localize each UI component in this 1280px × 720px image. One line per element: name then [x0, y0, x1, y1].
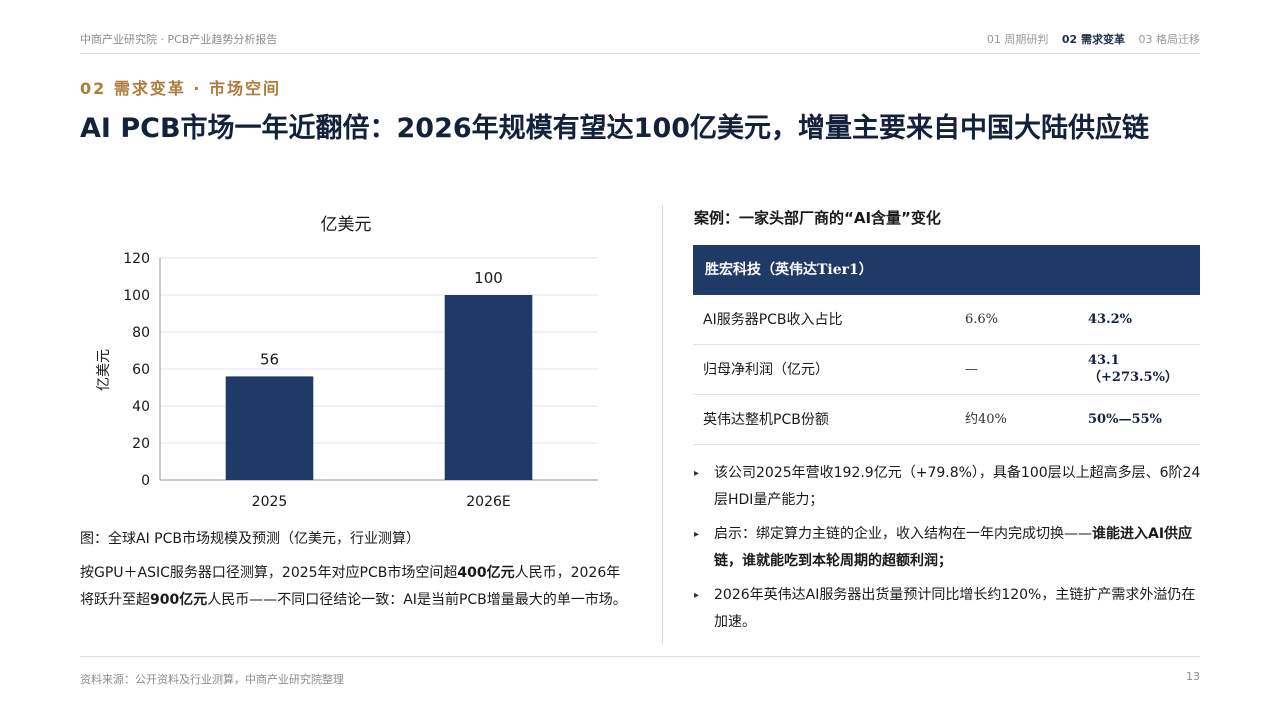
table-row: 英伟达整机PCB份额 约40% 50%—55%: [693, 395, 1200, 445]
bullet-marker-icon: ▸: [694, 468, 700, 479]
row-before-value: 约40%: [965, 412, 1007, 427]
bar: [444, 295, 533, 480]
page-headline: AI PCB市场一年近翻倍：2026年规模有望达100亿美元，增量主要来自中国大…: [80, 113, 1150, 144]
y-tick-label: 120: [123, 251, 150, 267]
figure-note: 按GPU＋ASIC服务器口径测算，2025年对应PCB市场空间超400亿元人民币…: [80, 560, 630, 614]
row-after-value: 50%—55%: [1088, 412, 1162, 427]
row-after-main: 43.1: [1088, 353, 1120, 368]
y-tick-label: 60: [132, 362, 150, 378]
nav-item-landscape[interactable]: 03 格局迁移: [1139, 33, 1201, 46]
bullet-text: 2026年英伟达AI服务器出货量预计同比增长约120%，主链扩产需求外溢仍在加速…: [714, 587, 1196, 630]
case-table: 胜宏科技（英伟达Tier1） AI服务器PCB收入占比 6.6% 43.2% 归…: [693, 245, 1200, 445]
list-item: ▸ 启示：绑定算力主链的企业，收入结构在一年内完成切换——谁能进入AI供应链，谁…: [694, 521, 1204, 575]
row-before-value: 6.6%: [965, 312, 999, 327]
row-label: 归母净利润（亿元）: [703, 362, 829, 378]
x-tick-label: 2025: [252, 494, 288, 510]
bullet-marker-icon: ▸: [694, 529, 700, 540]
list-item: ▸ 该公司2025年营收192.9亿元（+79.8%），具备100层以上超高多层…: [694, 460, 1204, 514]
figure-caption: 图：全球AI PCB市场规模及预测（亿美元，行业测算）: [80, 531, 420, 547]
document-title: 中商产业研究院 · PCB产业趋势分析报告: [80, 33, 278, 46]
row-before-value: —: [965, 362, 978, 377]
row-label: 英伟达整机PCB份额: [703, 412, 829, 428]
list-item: ▸ 2026年英伟达AI服务器出货量预计同比增长约120%，主链扩产需求外溢仍在…: [694, 582, 1204, 636]
page-number: 13: [1186, 670, 1200, 683]
bullet-marker-icon: ▸: [694, 590, 700, 601]
section-label: 02 需求变革 · 市场空间: [80, 79, 282, 98]
chart-title: 亿美元: [321, 215, 372, 235]
section-nav: 01 周期研判 02 需求变革 03 格局迁移: [977, 31, 1200, 47]
row-after-value: 43.2%: [1088, 312, 1133, 327]
bullet-text: 该公司2025年营收192.9亿元（+79.8%），具备100层以上超高多层、6…: [714, 465, 1201, 508]
column-divider: [662, 205, 663, 645]
bar-data-label: 56: [260, 350, 279, 368]
note-text-1: 按GPU＋ASIC服务器口径测算，2025年对应PCB市场空间超: [80, 565, 458, 581]
source-note: 资料来源：公开资料及行业测算，中商产业研究院整理: [80, 673, 344, 686]
bar-data-label: 100: [474, 269, 503, 287]
y-tick-label: 40: [132, 399, 150, 415]
y-axis-label: 亿美元: [96, 349, 112, 391]
y-tick-label: 100: [123, 288, 150, 304]
y-tick-label: 80: [132, 325, 150, 341]
row-after-change: （+273.5%）: [1088, 370, 1178, 385]
bar: [225, 376, 314, 480]
bullet-text: 启示：绑定算力主链的企业，收入结构在一年内完成切换——: [714, 526, 1092, 542]
y-tick-label: 0: [141, 473, 150, 489]
table-row: AI服务器PCB收入占比 6.6% 43.2%: [693, 295, 1200, 345]
table-row: 归母净利润（亿元） — 43.1 （+273.5%）: [693, 345, 1200, 395]
nav-item-cycle[interactable]: 01 周期研判: [987, 33, 1049, 46]
row-after-value: 43.1 （+273.5%）: [1088, 345, 1178, 395]
y-tick-label: 20: [132, 436, 150, 452]
row-label: AI服务器PCB收入占比: [703, 312, 843, 328]
case-table-header: 胜宏科技（英伟达Tier1）: [693, 245, 1200, 295]
top-bar: 中商产业研究院 · PCB产业趋势分析报告 01 周期研判 02 需求变革 03…: [80, 30, 1200, 54]
note-text-3: 人民币——不同口径结论一致：AI是当前PCB增量最大的单一市场。: [207, 592, 627, 608]
x-tick-label: 2026E: [466, 494, 510, 510]
market-size-bar-chart: 亿美元 亿美元 0 20 40 60 80 100 120 56 100 2025 2026E: [96, 215, 598, 510]
note-bold-2: 900亿元: [150, 592, 208, 608]
note-bold-1: 400亿元: [457, 565, 515, 581]
footer-divider: [80, 656, 1200, 657]
case-title: 案例：一家头部厂商的“AI含量”变化: [694, 209, 941, 227]
insight-bullets: ▸ 该公司2025年营收192.9亿元（+79.8%），具备100层以上超高多层…: [694, 460, 1204, 643]
nav-item-demand[interactable]: 02 需求变革: [1062, 33, 1125, 46]
